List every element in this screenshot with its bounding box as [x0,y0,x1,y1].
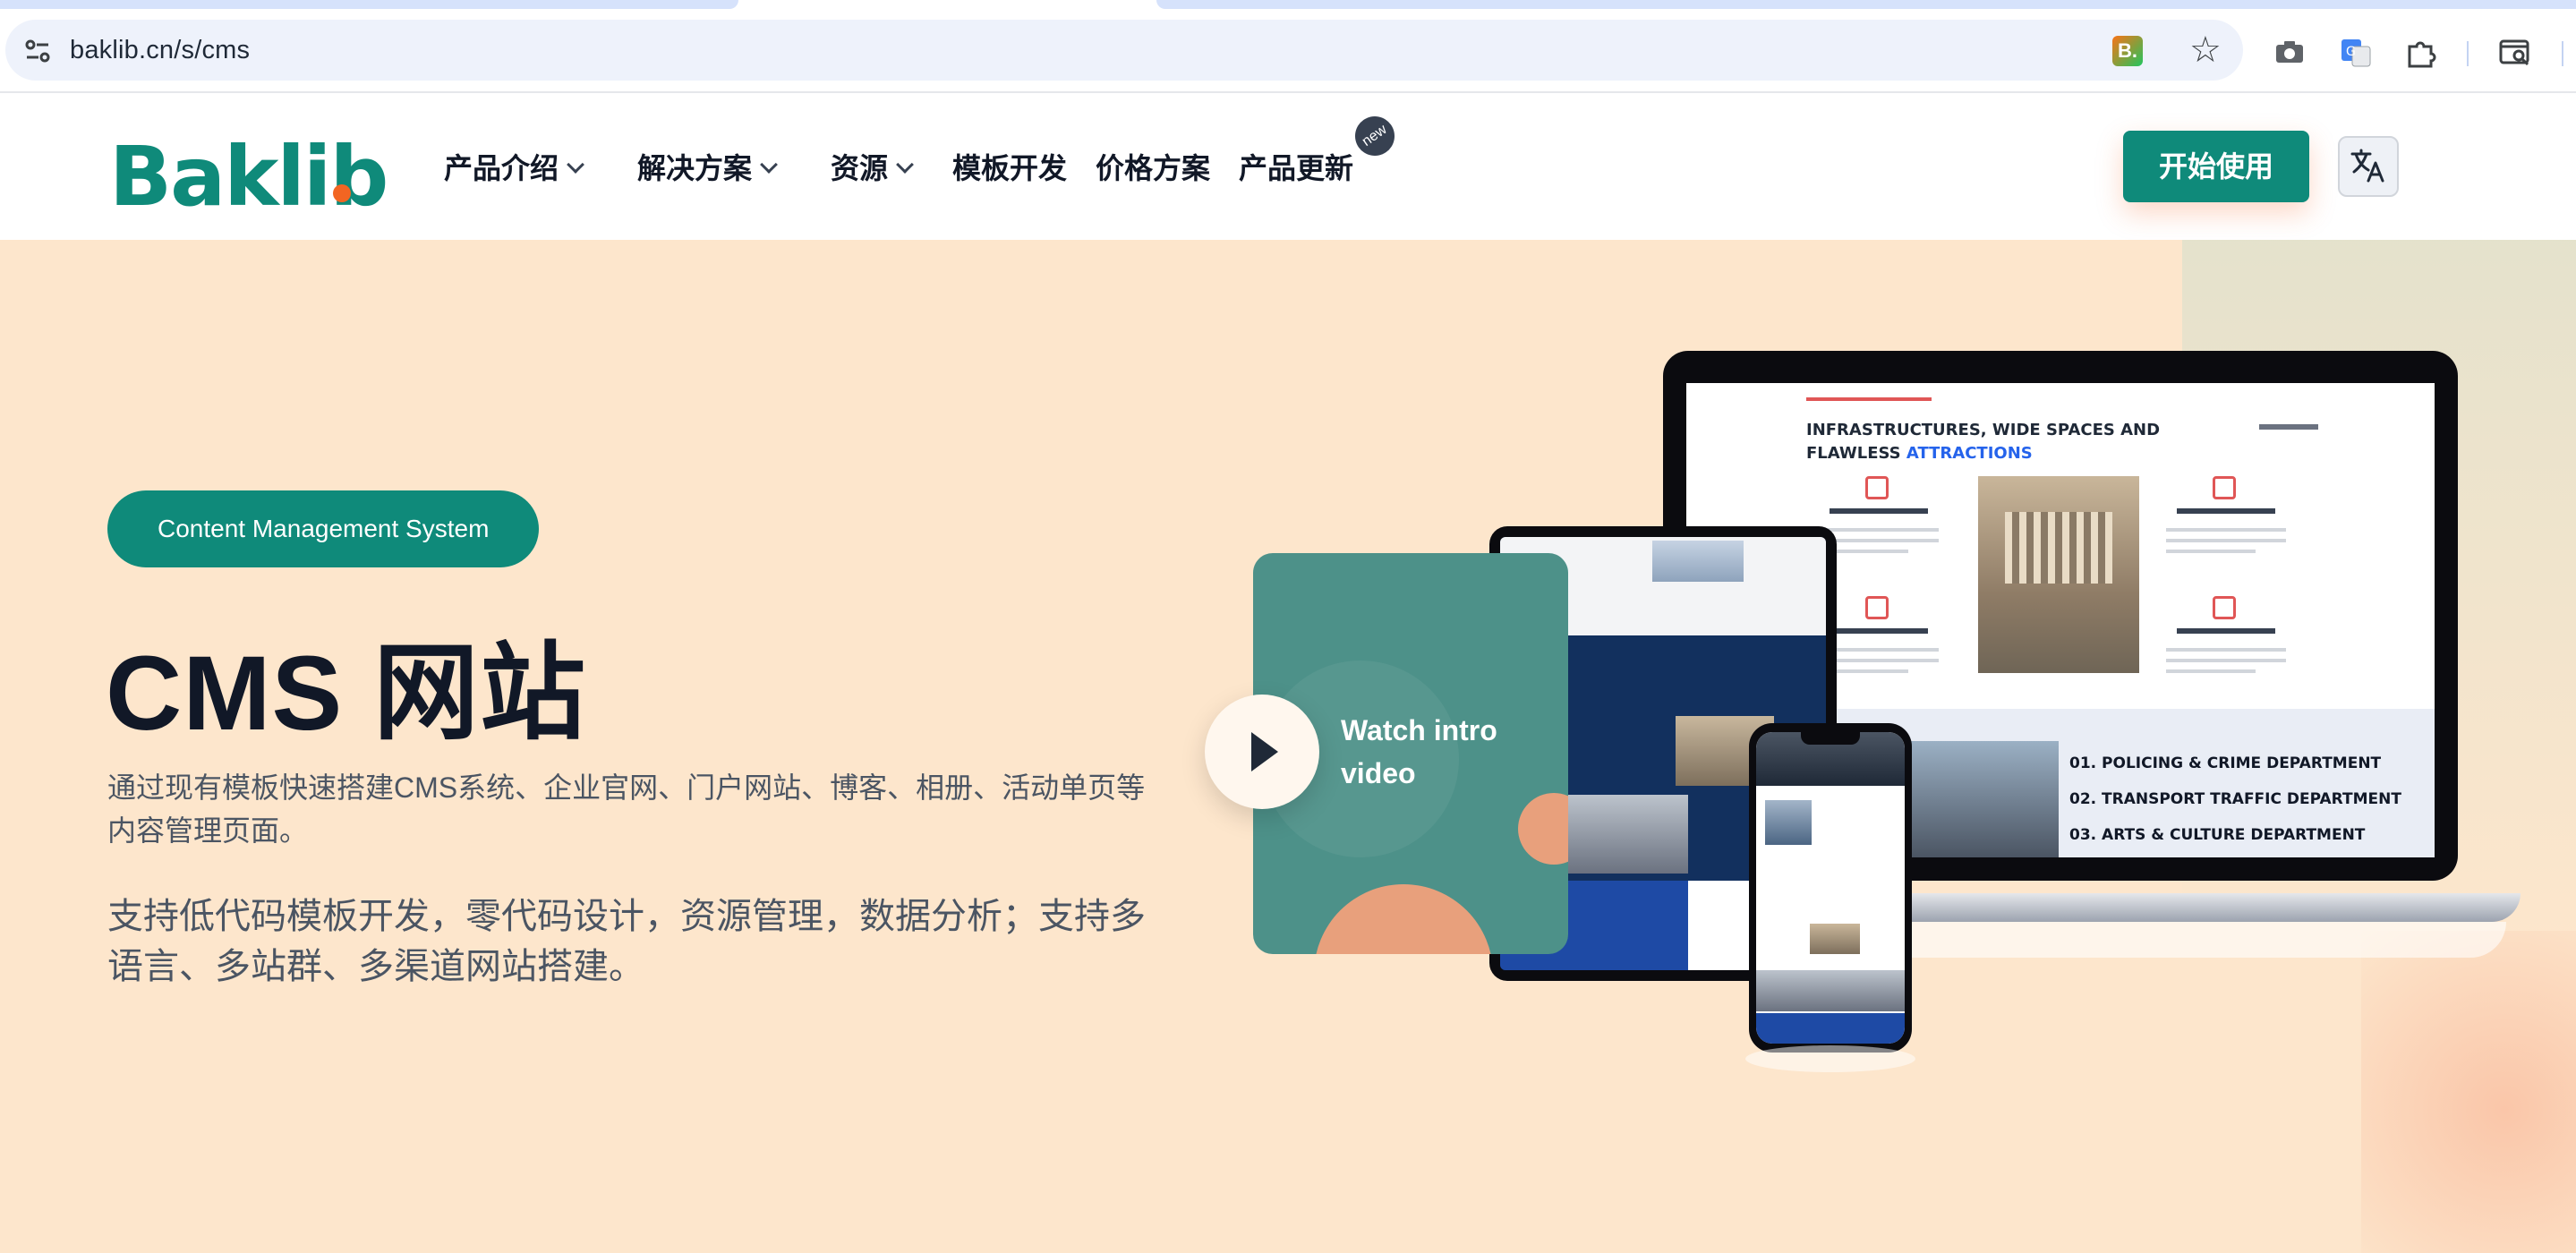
site-header: Baklib 产品介绍 解决方案 资源 模板开发 价格方案 产品更新 new 开… [0,95,2576,240]
nav-item-updates[interactable]: 产品更新 [1239,150,1353,186]
browser-toolbar: baklib.cn/s/cms B. ☆ G [0,11,2576,93]
nav-item-pricing[interactable]: 价格方案 [1096,150,1210,186]
feature-cell [2159,596,2293,686]
browser-tab[interactable] [0,0,738,9]
phone-reflection [1745,1045,1915,1072]
feature-cell [2159,476,2293,566]
chevron-down-icon [567,156,584,174]
get-started-button[interactable]: 开始使用 [2123,131,2309,202]
logo-dot [333,184,351,202]
nav-item-label: 产品更新 [1239,152,1354,184]
nav-item-label: 价格方案 [1096,152,1211,184]
screenshot-camera-icon[interactable] [2272,34,2307,70]
address-bar[interactable]: baklib.cn/s/cms B. ☆ [5,20,2243,81]
nav-item-label: 解决方案 [637,152,753,184]
chevron-down-icon [760,156,778,174]
department-item: 03. ARTS & CULTURE DEPARTMENT [2069,826,2366,844]
language-switch-button[interactable] [2338,136,2399,197]
translate-icon [2350,149,2384,183]
nav-item-label: 资源 [831,152,889,184]
category-pill: Content Management System [107,490,540,567]
site-info-icon[interactable] [21,35,54,67]
nav-item-template-dev[interactable]: 模板开发 [952,150,1067,186]
decorative-circle [1518,793,1568,865]
hero-description: 通过现有模板快速搭建CMS系统、企业官网、门户网站、博客、相册、活动单页等内容管… [107,771,1146,847]
watch-intro-video-label[interactable]: Watch intro video [1341,709,1538,795]
nav-item-solutions[interactable]: 解决方案 [637,150,778,186]
building-photo [1978,476,2139,673]
extensions-puzzle-icon[interactable] [2402,34,2438,70]
nav-item-label: 模板开发 [952,152,1068,184]
side-panel-search-icon[interactable] [2497,34,2533,70]
toolbar-separator [2467,41,2469,66]
decorative-circle [1314,884,1493,954]
view-more-link [2259,424,2318,430]
url-text[interactable]: baklib.cn/s/cms [70,36,250,65]
new-badge: new [1347,108,1403,164]
nav-item-product[interactable]: 产品介绍 [444,150,584,186]
toolbar-separator [2562,41,2563,66]
hero-features: 支持低代码模板开发，零代码设计，资源管理，数据分析；支持多语言、多站群、多渠道网… [107,897,1146,986]
nav-item-resources[interactable]: 资源 [831,150,914,186]
browser-tab[interactable] [1156,0,2576,9]
baklib-logo[interactable]: Baklib [109,132,388,222]
play-icon [1251,732,1278,771]
page-title: CMS 网站 [106,635,587,753]
department-item: 02. TRANSPORT TRAFFIC DEPARTMENT [2069,790,2401,808]
phone-screen [1756,732,1905,1044]
nav-item-label: 产品介绍 [444,152,559,184]
crowd-photo [1901,741,2059,857]
play-video-button[interactable] [1205,695,1319,809]
svg-text:G: G [2346,45,2356,59]
mockup-heading: INFRASTRUCTURES, WIDE SPACES AND FLAWLES… [1806,421,2161,463]
phone-mockup [1749,723,1912,1053]
chevron-down-icon [896,156,914,174]
section-kicker [1806,397,1932,401]
department-item: 01. POLICING & CRIME DEPARTMENT [2069,754,2382,772]
bookmark-star-icon[interactable]: ☆ [2189,30,2222,70]
background-glow [2361,931,2576,1253]
baklib-extension-icon[interactable]: B. [2112,36,2143,66]
google-translate-icon[interactable]: G [2338,34,2374,70]
hero-section: Content Management System CMS 网站 通过现有模板快… [0,240,2576,1253]
browser-tab-strip [0,0,2576,11]
